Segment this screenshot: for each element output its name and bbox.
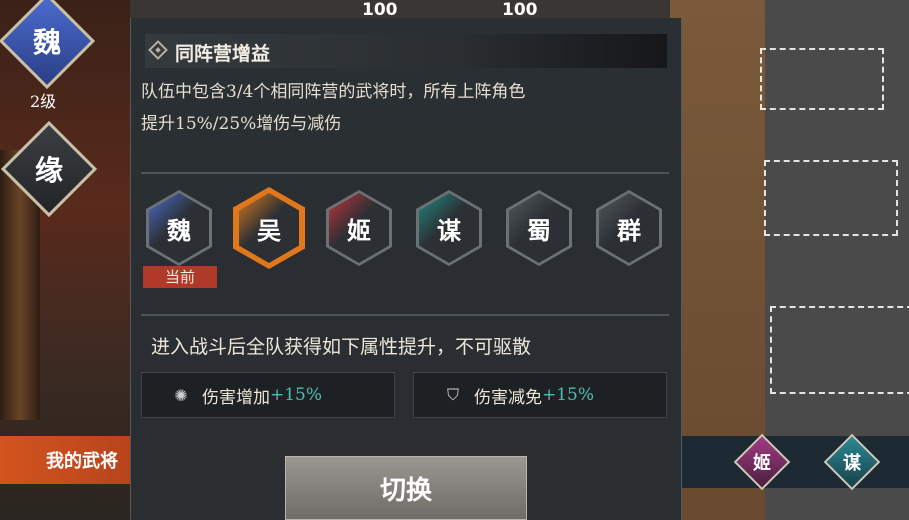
stat-value: +15% — [270, 385, 323, 405]
top-hp-bar: 100 100 — [130, 0, 670, 20]
grid-cell[interactable] — [764, 160, 898, 236]
faction-label: 魏 — [167, 215, 191, 245]
stat-value: +15% — [542, 385, 595, 405]
faction-option-mou[interactable]: 谋 — [409, 188, 489, 268]
stat-name: 伤害减免 — [474, 387, 542, 408]
switch-button-label: 切换 — [379, 475, 432, 506]
gear-burst-icon: ✺ — [174, 385, 188, 405]
fate-badge-label: 缘 — [34, 153, 64, 187]
faction-option-shu[interactable]: 蜀 — [499, 188, 579, 268]
faction-bonus-panel: 同阵营增益 队伍中包含3/4个相同阵营的武将时，所有上阵角色 提升15%/25%… — [130, 18, 682, 520]
panel-header: 同阵营增益 — [145, 34, 667, 68]
faction-label: 吴 — [257, 215, 281, 245]
description-line: 提升15%/25%增伤与减伤 — [141, 114, 342, 134]
faction-option-ji[interactable]: 姬 — [319, 188, 399, 268]
panel-title: 同阵营增益 — [175, 43, 271, 65]
faction-label: 蜀 — [527, 215, 551, 245]
bonus-effect-text: 进入战斗后全队获得如下属性提升，不可驱散 — [151, 336, 532, 358]
faction-label: 姬 — [347, 215, 371, 245]
switch-button[interactable]: 切换 — [285, 456, 527, 520]
faction-badge-label: 魏 — [32, 25, 62, 59]
faction-label: 谋 — [437, 215, 461, 245]
bonus-description: 队伍中包含3/4个相同阵营的武将时，所有上阵角色 提升15%/25%增伤与减伤 — [141, 76, 661, 140]
stat-damage-reduction: ⛉ 伤害减免 +15% — [413, 372, 667, 418]
grid-cell[interactable] — [770, 306, 909, 394]
faction-option-wei[interactable]: 魏 — [139, 188, 219, 268]
diamond-icon — [148, 40, 168, 60]
hex-frame-icon: 魏 — [0, 0, 96, 90]
grid-cell[interactable] — [760, 48, 884, 110]
hex-frame-icon: 缘 — [0, 120, 98, 218]
stat-damage-increase: ✺ 伤害增加 +15% — [141, 372, 395, 418]
stat-name: 伤害增加 — [202, 387, 270, 408]
badge-label: 谋 — [843, 453, 861, 474]
hp-value: 100 — [502, 0, 538, 20]
current-faction-tag: 当前 — [143, 266, 217, 288]
divider — [141, 172, 669, 174]
faction-option-wu[interactable]: 吴 — [229, 187, 309, 269]
faction-level: 2级 — [30, 92, 57, 111]
my-generals-tab[interactable]: 我的武将 — [0, 436, 130, 484]
badge-label: 姬 — [753, 453, 771, 474]
description-line: 队伍中包含3/4个相同阵营的武将时，所有上阵角色 — [141, 82, 526, 102]
hp-value: 100 — [362, 0, 398, 20]
faction-label: 群 — [617, 215, 641, 245]
divider — [141, 314, 669, 316]
faction-badge-wei[interactable]: 魏 — [0, 0, 96, 90]
shield-bolt-icon: ⛉ — [446, 385, 459, 404]
faction-option-qun[interactable]: 群 — [589, 188, 669, 268]
fate-badge[interactable]: 缘 — [0, 120, 98, 218]
my-generals-label: 我的武将 — [46, 451, 118, 472]
